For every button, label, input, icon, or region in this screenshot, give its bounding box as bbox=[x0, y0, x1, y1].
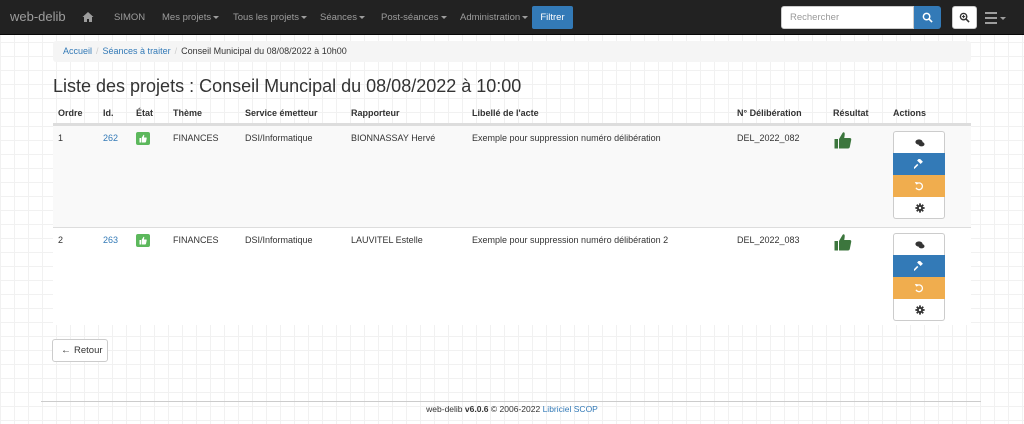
cell-ordre: 1 bbox=[58, 133, 64, 143]
footer-company-link[interactable]: Libriciel SCOP bbox=[543, 404, 598, 414]
etat-badge bbox=[136, 234, 150, 247]
search-input[interactable] bbox=[781, 6, 914, 29]
breadcrumb-seances-a-traiter[interactable]: Séances à traiter bbox=[103, 46, 171, 56]
cell-theme: FINANCES bbox=[173, 235, 219, 245]
cell-libelle: Exemple pour suppression numéro délibéra… bbox=[472, 133, 661, 143]
search-icon bbox=[922, 12, 933, 23]
arrow-left-icon: ← bbox=[61, 345, 71, 356]
undo-button[interactable] bbox=[893, 175, 945, 197]
etat-badge bbox=[136, 132, 150, 145]
undo-icon bbox=[914, 284, 924, 293]
header-theme[interactable]: Thème bbox=[173, 108, 202, 118]
undo-button[interactable] bbox=[893, 277, 945, 299]
header-ordre[interactable]: Ordre bbox=[58, 108, 83, 118]
projects-table: Ordre Id. État Thème Service émetteur Ra… bbox=[53, 104, 971, 325]
cell-id-link[interactable]: 263 bbox=[103, 235, 118, 245]
cell-rapporteur: LAUVITEL Estelle bbox=[351, 235, 423, 245]
table-row: 1 262 FINANCES DSI/Informatique BIONNASS… bbox=[53, 125, 971, 227]
deliberate-button[interactable] bbox=[893, 153, 945, 175]
comments-icon bbox=[915, 139, 925, 147]
footer-divider bbox=[41, 401, 981, 402]
cell-service: DSI/Informatique bbox=[245, 235, 313, 245]
top-navbar: web-delib SIMON Mes projets Tous les pro… bbox=[0, 0, 1024, 35]
cell-theme: FINANCES bbox=[173, 133, 219, 143]
hamburger-menu-button[interactable] bbox=[985, 10, 1007, 26]
zoom-button[interactable] bbox=[952, 6, 977, 29]
cell-rapporteur: BIONNASSAY Hervé bbox=[351, 133, 436, 143]
actions-group bbox=[893, 131, 945, 219]
gear-icon bbox=[915, 203, 925, 213]
cell-id-link[interactable]: 262 bbox=[103, 133, 118, 143]
header-service[interactable]: Service émetteur bbox=[245, 108, 318, 118]
cell-deliberation: DEL_2022_082 bbox=[737, 133, 800, 143]
gavel-icon bbox=[914, 159, 923, 169]
chevron-down-icon bbox=[358, 15, 365, 19]
table-row: 2 263 FINANCES DSI/Informatique LAUVITEL… bbox=[53, 227, 971, 325]
gear-icon bbox=[915, 305, 925, 315]
nav-seances[interactable]: Séances bbox=[320, 0, 365, 35]
footer-app: web-delib bbox=[426, 404, 463, 414]
brand-logo[interactable]: web-delib bbox=[10, 9, 66, 24]
chevron-down-icon bbox=[522, 15, 529, 19]
nav-tous-projets[interactable]: Tous les projets bbox=[233, 0, 308, 35]
comments-button[interactable] bbox=[893, 131, 945, 153]
actions-group bbox=[893, 233, 945, 321]
cell-service: DSI/Informatique bbox=[245, 133, 313, 143]
hamburger-icon bbox=[985, 12, 1006, 24]
cell-ordre: 2 bbox=[58, 235, 64, 245]
header-etat[interactable]: État bbox=[136, 108, 153, 118]
back-button-label: Retour bbox=[74, 345, 103, 356]
page-title: Liste des projets : Conseil Muncipal du … bbox=[53, 76, 522, 96]
search-button[interactable] bbox=[914, 6, 941, 29]
breadcrumb-current: Conseil Municipal du 08/08/2022 à 10h00 bbox=[181, 46, 347, 56]
deliberate-button[interactable] bbox=[893, 255, 945, 277]
footer-copyright: © 2006-2022 bbox=[490, 404, 541, 414]
nav-administration[interactable]: Administration bbox=[460, 0, 529, 35]
thumbs-up-icon bbox=[833, 232, 853, 252]
breadcrumb: Accueil / Séances à traiter / Conseil Munici… bbox=[53, 41, 971, 62]
settings-button[interactable] bbox=[893, 299, 945, 321]
chevron-down-icon bbox=[440, 15, 447, 19]
thumbs-up-icon bbox=[833, 130, 853, 150]
header-id[interactable]: Id. bbox=[103, 108, 114, 118]
comments-button[interactable] bbox=[893, 233, 945, 255]
home-icon[interactable] bbox=[82, 11, 94, 23]
nav-user[interactable]: SIMON bbox=[114, 0, 145, 35]
filter-button[interactable]: Filtrer bbox=[532, 6, 573, 29]
cell-libelle: Exemple pour suppression numéro délibéra… bbox=[472, 235, 669, 245]
comments-icon bbox=[915, 241, 925, 249]
thumbs-up-icon bbox=[139, 236, 147, 245]
back-button[interactable]: ← Retour bbox=[52, 339, 108, 362]
undo-icon bbox=[914, 182, 924, 191]
zoom-icon bbox=[959, 12, 970, 23]
footer: web-delib v6.0.6 © 2006-2022 Libriciel S… bbox=[0, 404, 1024, 414]
header-rapporteur[interactable]: Rapporteur bbox=[351, 108, 400, 118]
thumbs-up-icon bbox=[139, 134, 147, 143]
gavel-icon bbox=[914, 261, 923, 271]
cell-deliberation: DEL_2022_083 bbox=[737, 235, 800, 245]
header-deliberation[interactable]: N° Délibération bbox=[737, 108, 802, 118]
settings-button[interactable] bbox=[893, 197, 945, 219]
header-libelle[interactable]: Libellé de l'acte bbox=[472, 108, 539, 118]
footer-version: v6.0.6 bbox=[464, 404, 489, 414]
header-resultat: Résultat bbox=[833, 108, 869, 118]
header-actions: Actions bbox=[893, 108, 927, 118]
table-header: Ordre Id. État Thème Service émetteur Ra… bbox=[53, 104, 971, 125]
chevron-down-icon bbox=[301, 15, 308, 19]
nav-post-seances[interactable]: Post-séances bbox=[381, 0, 447, 35]
nav-mes-projets[interactable]: Mes projets bbox=[162, 0, 220, 35]
chevron-down-icon bbox=[213, 15, 220, 19]
breadcrumb-accueil[interactable]: Accueil bbox=[63, 46, 92, 56]
